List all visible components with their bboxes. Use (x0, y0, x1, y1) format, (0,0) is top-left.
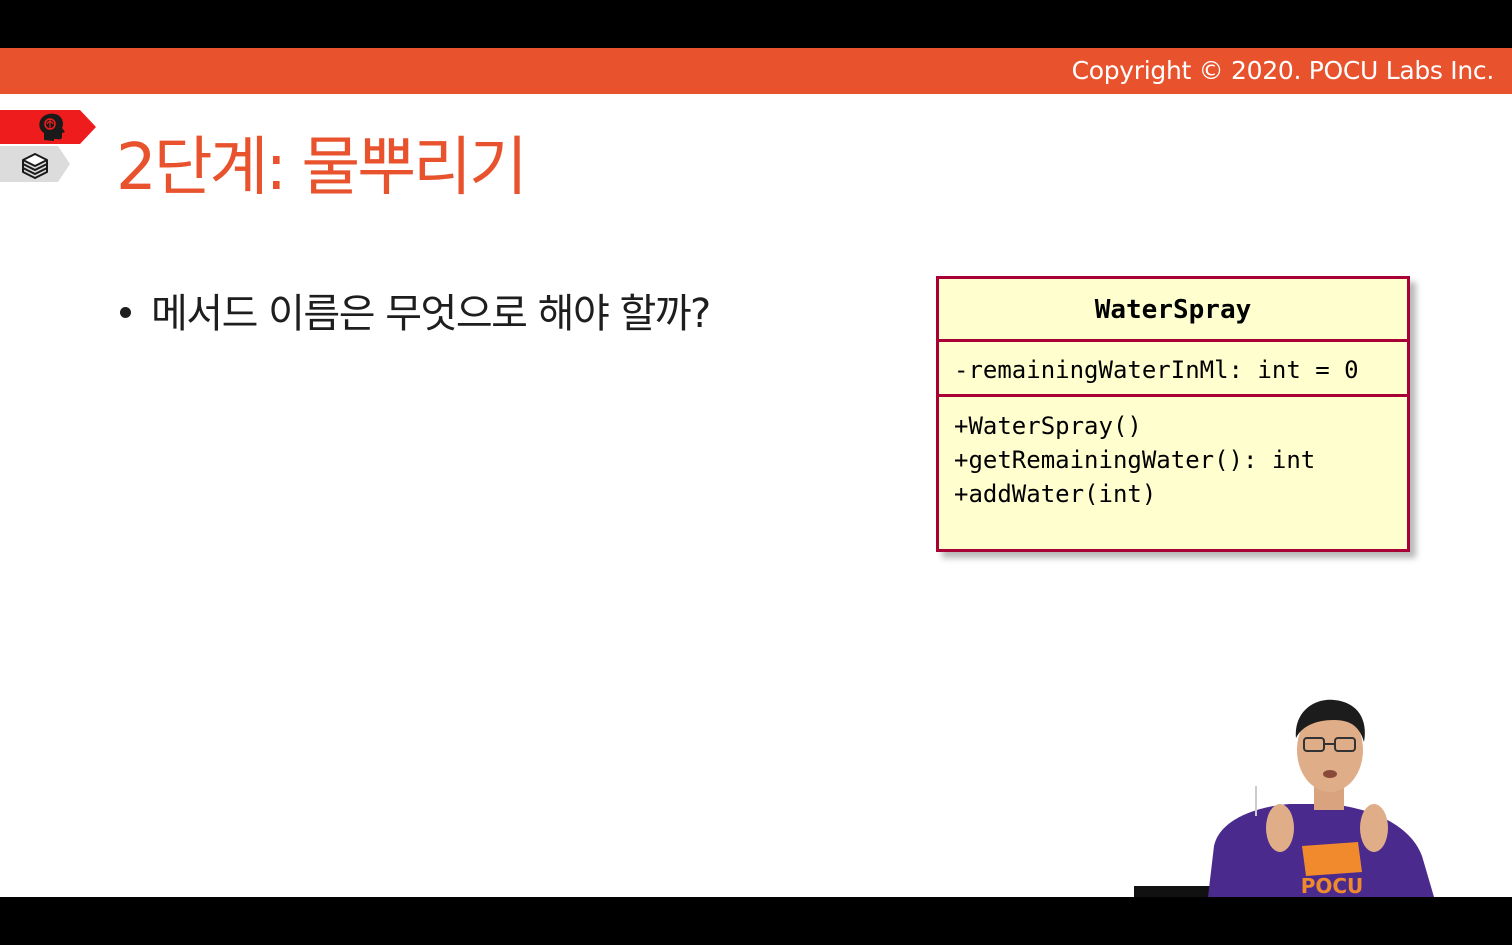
uml-attributes: -remainingWaterInMl: int = 0 (939, 342, 1407, 397)
uml-methods: +WaterSpray() +getRemainingWater(): int … (939, 397, 1407, 511)
stacked-books-icon (22, 153, 48, 179)
uml-class-name: WaterSpray (939, 279, 1407, 342)
brain-head-tag (0, 110, 96, 144)
uml-method: +getRemainingWater(): int (954, 446, 1316, 474)
copyright-text: Copyright © 2020. POCU Labs Inc. (1071, 56, 1495, 85)
lecture-slide: Copyright © 2020. POCU Labs Inc. 2단계: 물뿌… (0, 48, 1512, 897)
bullet-text: 메서드 이름은 무엇으로 해야 할까? (151, 291, 711, 337)
uml-method: +WaterSpray() (954, 412, 1142, 440)
bullet-item: 메서드 이름은 무엇으로 해야 할까? (120, 286, 711, 342)
shirt-logo-text: POCU (1301, 874, 1364, 897)
bullet-dot-icon (120, 306, 131, 318)
books-tag (0, 146, 70, 182)
presenter-video: POCU (1134, 699, 1434, 897)
letterbox-bottom (0, 897, 1512, 945)
uml-method: +addWater(int) (954, 480, 1157, 508)
slide-title: 2단계: 물뿌리기 (116, 131, 528, 205)
header-band: Copyright © 2020. POCU Labs Inc. (0, 48, 1512, 94)
letterbox-top (0, 0, 1512, 48)
uml-attribute: -remainingWaterInMl: int = 0 (954, 356, 1359, 384)
uml-class-diagram: WaterSpray -remainingWaterInMl: int = 0 … (936, 276, 1410, 552)
